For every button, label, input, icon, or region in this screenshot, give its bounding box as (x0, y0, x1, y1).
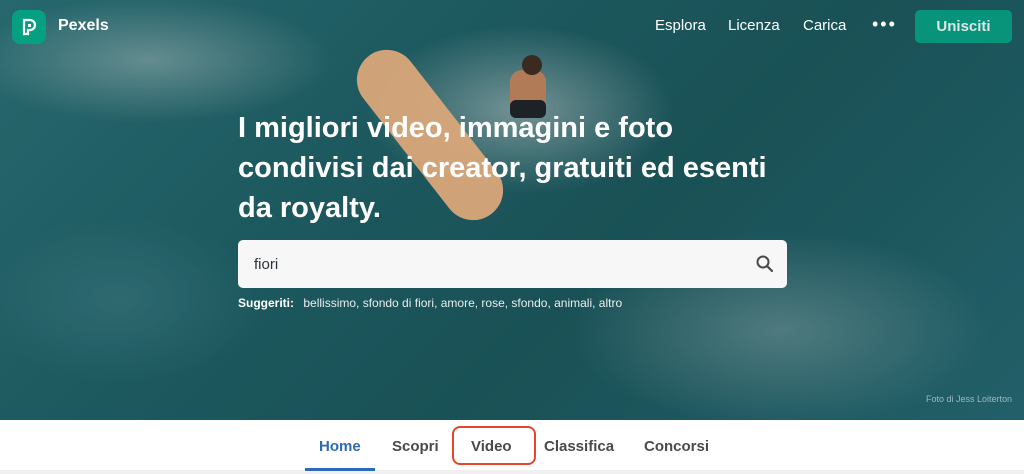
brand-name[interactable]: Pexels (58, 17, 109, 35)
suggestions: Suggeriti: bellissimo, sfondo di fiori, … (238, 296, 622, 310)
more-menu-icon[interactable]: ••• (872, 14, 897, 35)
tab-classifica[interactable]: Classifica (544, 438, 614, 455)
search-input[interactable] (254, 252, 734, 276)
tab-concorsi[interactable]: Concorsi (644, 438, 709, 455)
suggestion-list[interactable]: bellissimo, sfondo di fiori, amore, rose… (303, 296, 622, 310)
nav-esplora[interactable]: Esplora (655, 17, 706, 34)
join-button[interactable]: Unisciti (915, 10, 1012, 43)
surfer-head-image (522, 55, 542, 75)
nav-carica[interactable]: Carica (803, 17, 846, 34)
nav-licenza[interactable]: Licenza (728, 17, 780, 34)
photo-credit[interactable]: Foto di Jess Loiterton (926, 394, 1012, 404)
video-tab-highlight (452, 426, 536, 465)
tab-home[interactable]: Home (319, 438, 361, 455)
active-tab-indicator (305, 468, 375, 471)
tab-scopri[interactable]: Scopri (392, 438, 439, 455)
suggestions-label: Suggeriti: (238, 296, 294, 310)
pexels-logo-icon[interactable] (12, 10, 46, 44)
search-bar (238, 240, 787, 288)
search-icon[interactable] (755, 254, 775, 274)
hero-headline: I migliori video, immagini e foto condiv… (238, 112, 767, 224)
hero-banner: Pexels Esplora Licenza Carica ••• Unisci… (0, 0, 1024, 420)
